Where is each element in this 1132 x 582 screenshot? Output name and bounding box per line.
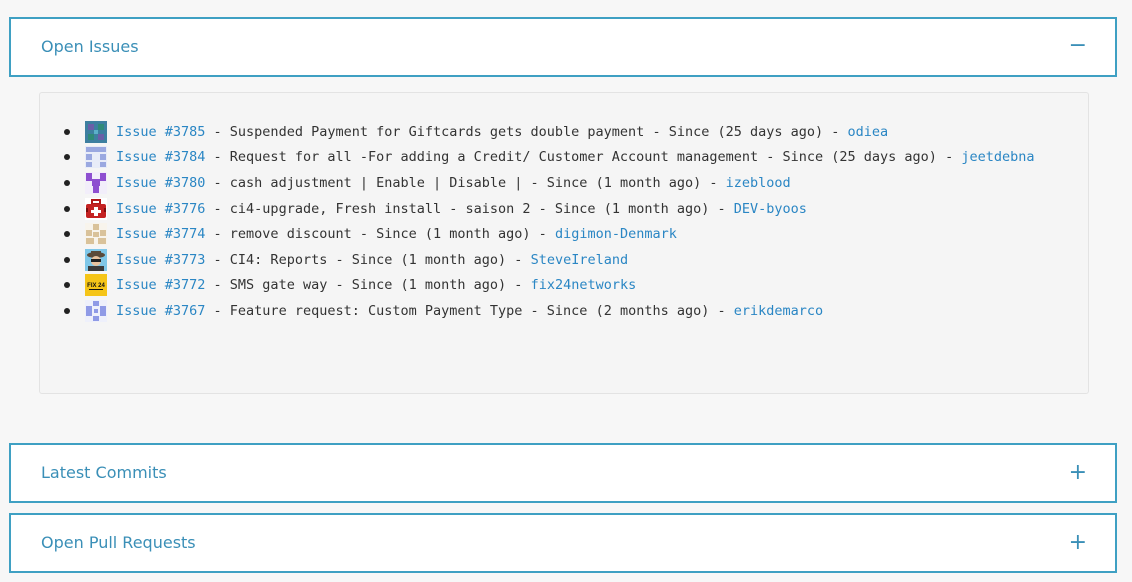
issue-since: Since (1 month ago) (376, 226, 531, 243)
issue-link[interactable]: Issue #3773 (116, 252, 205, 268)
issue-row: Issue #3780 - cash adjustment | Enable |… (64, 170, 1034, 196)
user-link[interactable]: fix24networks (531, 277, 637, 293)
issue-since: Since (1 month ago) (351, 277, 507, 294)
user-link[interactable]: DEV-byoos (734, 201, 807, 217)
erikdemarco-avatar-icon (85, 299, 107, 322)
issue-row: Issue #3785 - Suspended Payment for Gift… (64, 119, 1034, 145)
issue-row: Issue #3773 - CI4: Reports - Since (1 mo… (64, 247, 1034, 273)
bullet-icon (64, 179, 70, 186)
expand-icon[interactable]: + (1069, 462, 1087, 484)
bullet-icon (64, 256, 70, 263)
bullet-icon (64, 128, 70, 135)
latest-commits-title: Latest Commits (41, 463, 167, 482)
issue-since: Since (2 months ago) (546, 302, 710, 319)
bullet-icon (64, 154, 70, 161)
issue-title: cash adjustment | Enable | Disable | (229, 174, 523, 191)
issue-since: Since (25 days ago) (782, 149, 937, 166)
jeetdebna-avatar-icon (85, 146, 107, 169)
open-issues-title: Open Issues (41, 37, 139, 56)
bullet-icon (64, 282, 70, 289)
latest-commits-panel-header[interactable]: Latest Commits + (9, 443, 1117, 503)
odiea-avatar-icon (85, 120, 107, 143)
issue-since: Since (25 days ago) (668, 123, 824, 140)
issue-since: Since (1 month ago) (546, 174, 702, 191)
open-issues-panel-header[interactable]: Open Issues − (9, 17, 1117, 77)
user-link[interactable]: SteveIreland (531, 252, 629, 268)
bullet-icon (64, 205, 70, 212)
open-pull-requests-title: Open Pull Requests (41, 533, 196, 552)
issue-title: Feature request: Custom Payment Type (229, 302, 523, 319)
izeblood-avatar-icon (85, 171, 107, 194)
issue-title: Request for all -For adding a Credit/ Cu… (229, 149, 759, 166)
svg-text:FIX 24: FIX 24 (87, 283, 105, 289)
issues-list: Issue #3785 - Suspended Payment for Gift… (64, 119, 1034, 324)
bullet-icon (64, 231, 70, 238)
issue-link[interactable]: Issue #3772 (116, 277, 205, 293)
user-link[interactable]: digimon-Denmark (555, 226, 677, 242)
issue-title: remove discount (229, 226, 352, 243)
open-issues-body: Issue #3785 - Suspended Payment for Gift… (39, 92, 1089, 394)
open-pull-requests-panel-header[interactable]: Open Pull Requests + (9, 513, 1117, 573)
steveireland-avatar-icon (85, 248, 107, 271)
dev-byoos-avatar-icon (85, 197, 107, 220)
digimon-denmark-avatar-icon (85, 223, 107, 246)
issue-since: Since (1 month ago) (554, 200, 710, 217)
issue-row: Issue #3776 - ci4-upgrade, Fresh install… (64, 196, 1034, 222)
user-link[interactable]: erikdemarco (734, 303, 823, 319)
issue-link[interactable]: Issue #3784 (116, 149, 205, 165)
user-link[interactable]: odiea (848, 124, 889, 140)
expand-icon[interactable]: + (1069, 532, 1087, 554)
issue-title: ci4-upgrade, Fresh install - saison 2 (229, 200, 531, 217)
collapse-icon[interactable]: − (1069, 35, 1087, 57)
issue-title: CI4: Reports (229, 251, 328, 268)
user-link[interactable]: jeetdebna (961, 149, 1034, 165)
issue-link[interactable]: Issue #3776 (116, 201, 205, 217)
fix24networks-avatar-icon: FIX 24 (85, 274, 107, 297)
issue-link[interactable]: Issue #3767 (116, 303, 205, 319)
user-link[interactable]: izeblood (726, 175, 791, 191)
issue-row: Issue #3774 - remove discount - Since (1… (64, 221, 1034, 247)
issue-row: FIX 24 Issue #3772 - SMS gate way - Sinc… (64, 273, 1034, 299)
issue-link[interactable]: Issue #3785 (116, 124, 205, 140)
issue-title: SMS gate way (229, 277, 328, 294)
issue-link[interactable]: Issue #3774 (116, 226, 205, 242)
issue-title: Suspended Payment for Giftcards gets dou… (229, 123, 645, 140)
issue-row: Issue #3784 - Request for all -For addin… (64, 145, 1034, 171)
bullet-icon (64, 307, 70, 314)
issue-link[interactable]: Issue #3780 (116, 175, 205, 191)
issue-row: Issue #3767 - Feature request: Custom Pa… (64, 298, 1034, 324)
issue-since: Since (1 month ago) (351, 251, 507, 268)
